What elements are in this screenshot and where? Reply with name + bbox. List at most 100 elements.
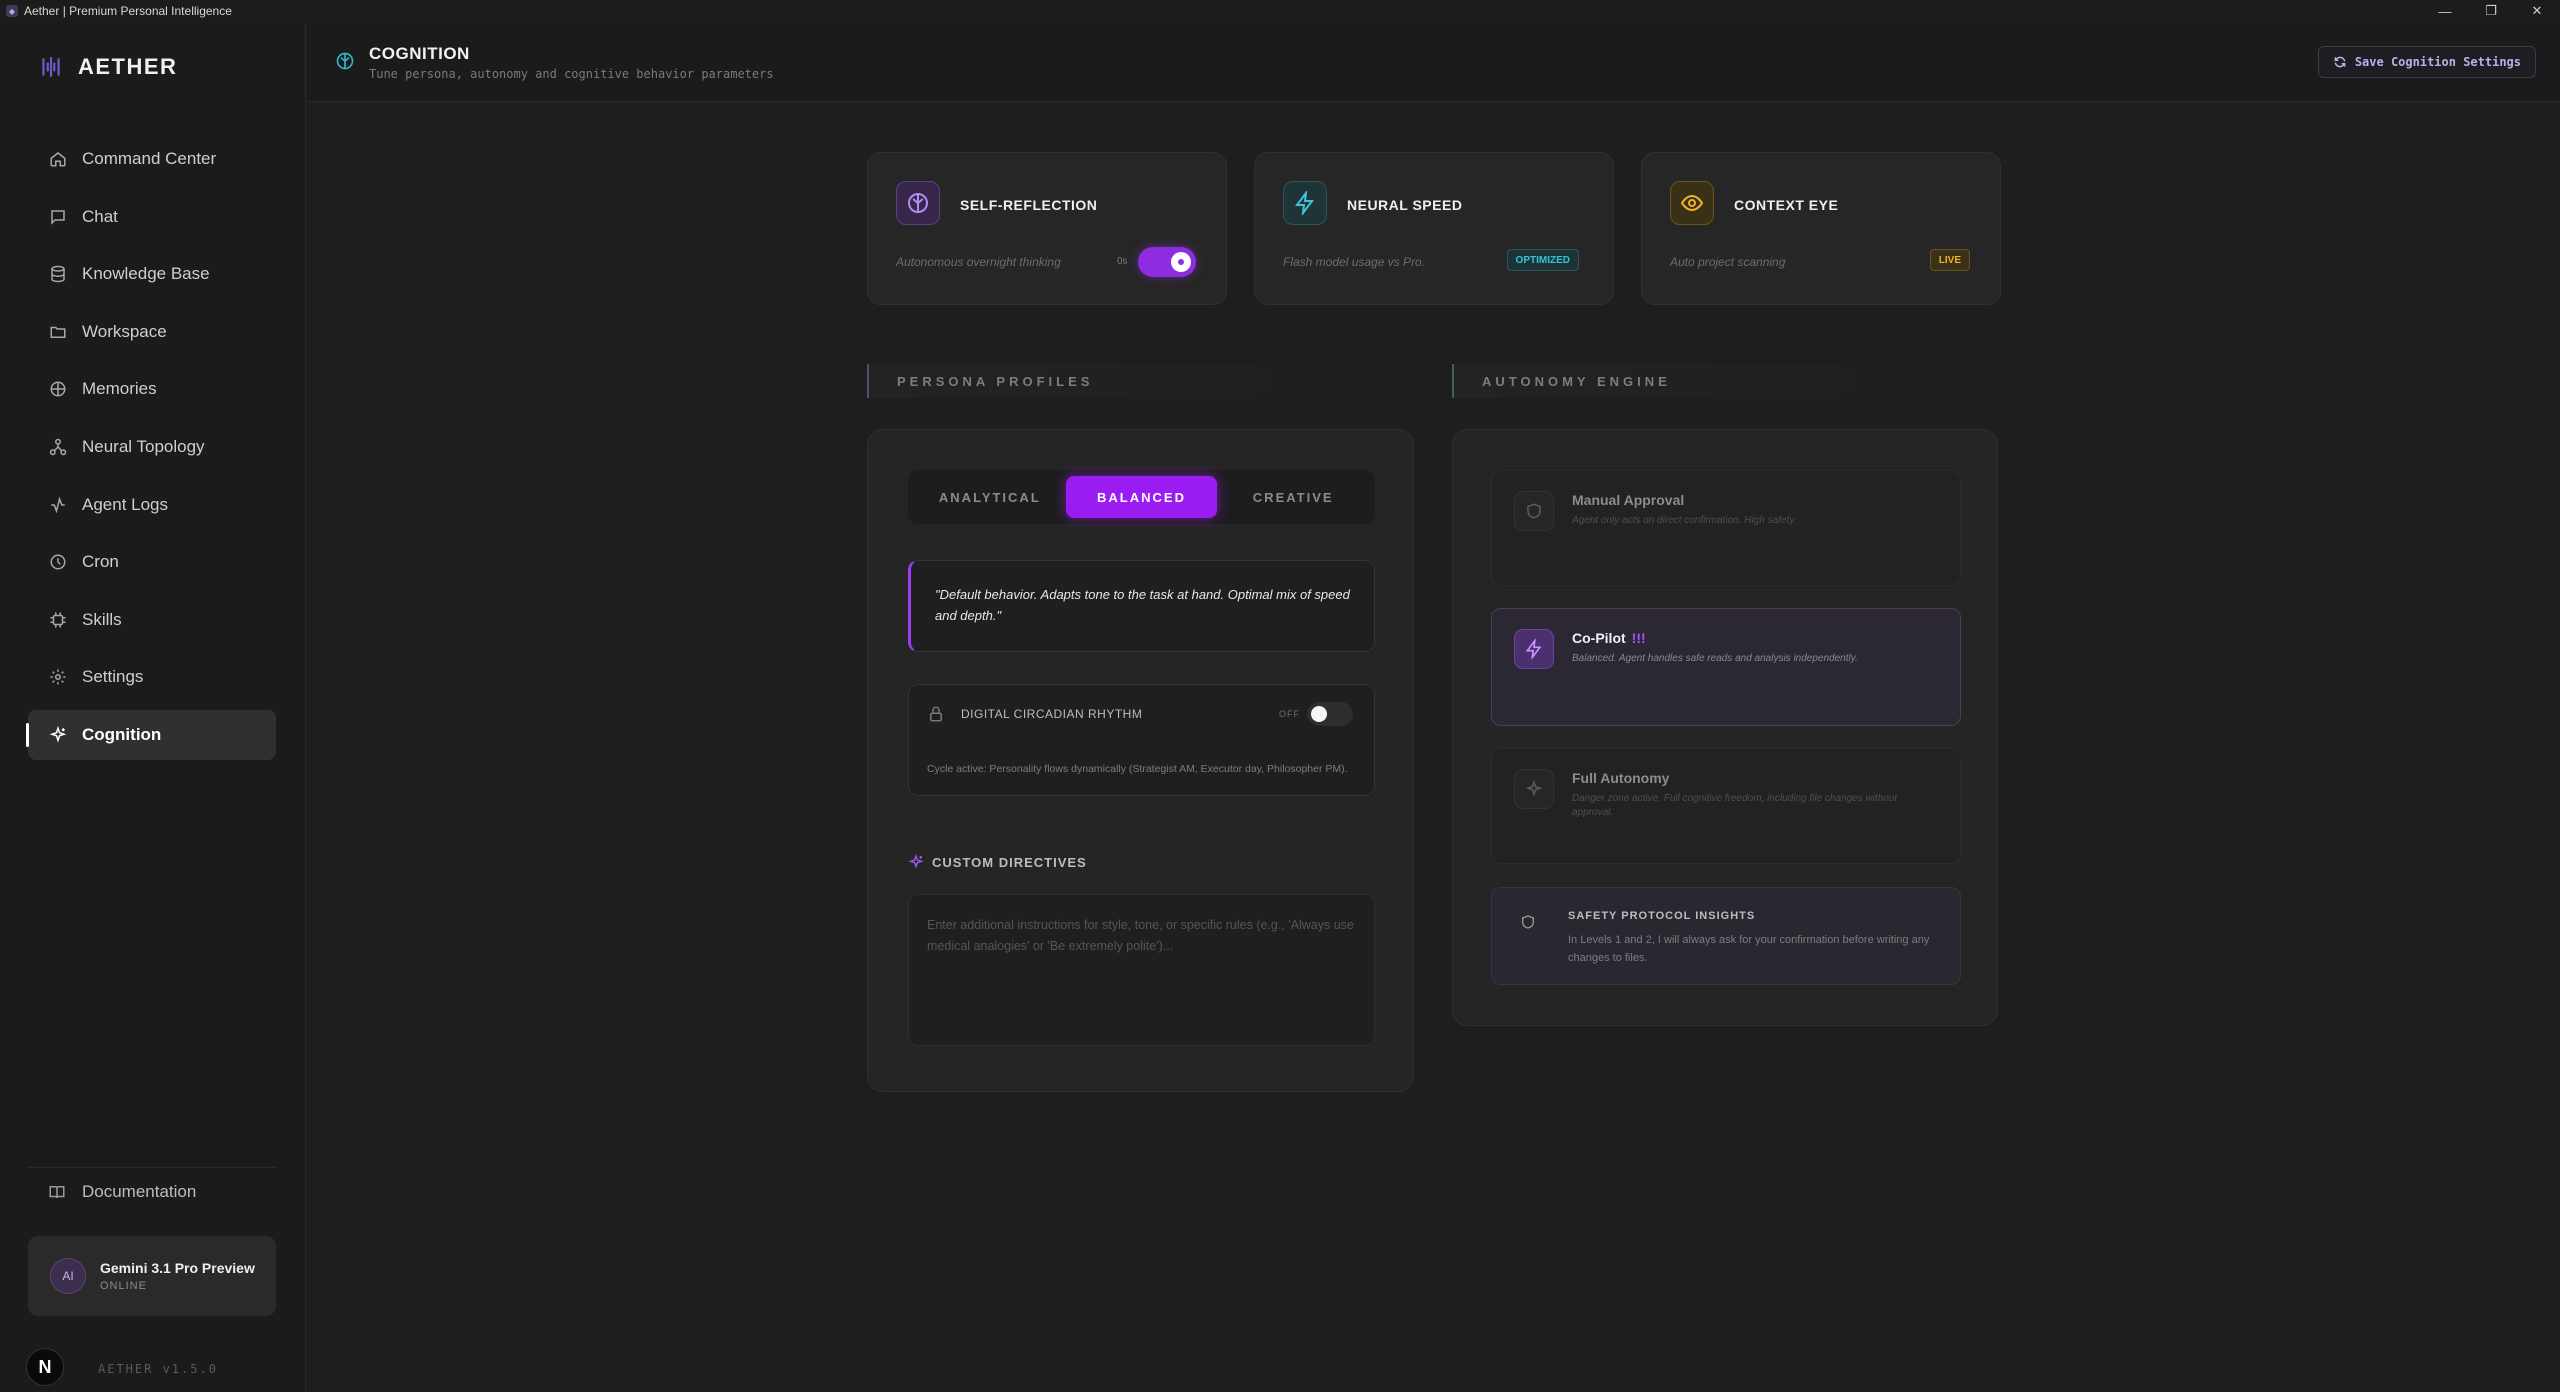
chat-icon bbox=[48, 207, 68, 227]
circadian-rhythm-toggle[interactable] bbox=[1307, 702, 1353, 726]
sidebar-item-knowledge-base[interactable]: Knowledge Base bbox=[28, 249, 276, 299]
self-reflection-desc: Autonomous overnight thinking bbox=[896, 255, 1061, 269]
sidebar-item-chat[interactable]: Chat bbox=[28, 192, 276, 242]
persona-section-header: PERSONA PROFILES bbox=[867, 364, 1414, 398]
sidebar-item-label: Settings bbox=[82, 667, 144, 687]
autonomy-option-manual[interactable]: Manual Approval Agent only acts on direc… bbox=[1491, 470, 1961, 586]
sidebar-item-skills[interactable]: Skills bbox=[28, 595, 276, 645]
sidebar-item-label: Knowledge Base bbox=[82, 264, 210, 284]
persona-panel: ANALYTICAL BALANCED CREATIVE "Default be… bbox=[867, 429, 1414, 1092]
autonomy-section-header: AUTONOMY ENGINE bbox=[1452, 364, 1998, 398]
sidebar-item-command-center[interactable]: Command Center bbox=[28, 134, 276, 184]
custom-directives-box bbox=[908, 894, 1375, 1046]
safety-protocol-desc: In Levels 1 and 2, I will always ask for… bbox=[1568, 934, 1930, 964]
sidebar-item-label: Command Center bbox=[82, 149, 217, 168]
window-titlebar: ◆ Aether | Premium Personal Intelligence… bbox=[0, 0, 2560, 22]
autonomy-panel: Manual Approval Agent only acts on direc… bbox=[1452, 429, 1998, 1026]
model-name: Gemini 3.1 Pro Preview bbox=[100, 1260, 255, 1276]
sidebar-item-workspace[interactable]: Workspace bbox=[28, 307, 276, 357]
sidebar-item-label: Memories bbox=[82, 379, 157, 399]
autonomy-option-copilot[interactable]: Co-Pilot!!! Balanced. Agent handles safe… bbox=[1491, 608, 1961, 726]
database-icon bbox=[48, 264, 68, 284]
activity-icon bbox=[48, 495, 68, 515]
safety-protocol-card: SAFETY PROTOCOL INSIGHTS In Levels 1 and… bbox=[1491, 887, 1961, 985]
sidebar: AETHER Command Center Chat Knowledge Bas… bbox=[0, 22, 306, 1392]
shield-icon bbox=[1514, 491, 1554, 531]
tab-balanced[interactable]: BALANCED bbox=[1065, 476, 1218, 518]
self-reflection-toggle-label: 0s bbox=[1117, 256, 1128, 267]
persona-tabs: ANALYTICAL BALANCED CREATIVE bbox=[908, 470, 1375, 524]
sidebar-item-cron[interactable]: Cron bbox=[28, 537, 276, 587]
sidebar-item-neural-topology[interactable]: Neural Topology bbox=[28, 422, 276, 472]
save-settings-button[interactable]: Save Cognition Settings bbox=[2317, 46, 2536, 78]
shield-icon bbox=[1522, 915, 1534, 929]
circadian-rhythm-title: DIGITAL CIRCADIAN RHYTHM bbox=[961, 707, 1143, 721]
documentation-label: Documentation bbox=[82, 1182, 197, 1201]
sparkles-icon bbox=[48, 725, 68, 745]
model-status: ONLINE bbox=[100, 1280, 147, 1292]
sidebar-divider bbox=[28, 1167, 276, 1168]
circadian-rhythm-desc: Cycle active: Personality flows dynamica… bbox=[927, 763, 1348, 775]
copilot-badge: !!! bbox=[1631, 630, 1646, 646]
persona-description: "Default behavior. Adapts tone to the ta… bbox=[908, 560, 1375, 652]
autonomy-option-desc: Balanced. Agent handles safe reads and a… bbox=[1572, 653, 1858, 664]
autonomy-option-title: Manual Approval bbox=[1572, 492, 1685, 508]
brand[interactable]: AETHER bbox=[38, 54, 177, 80]
circadian-rhythm-card: DIGITAL CIRCADIAN RHYTHM OFF Cycle activ… bbox=[908, 684, 1375, 796]
neural-speed-card: NEURAL SPEED Flash model usage vs Pro. O… bbox=[1254, 152, 1614, 305]
sidebar-item-label: Skills bbox=[82, 609, 122, 629]
eye-icon bbox=[1670, 181, 1714, 225]
network-icon bbox=[48, 437, 68, 457]
sidebar-item-label: Cognition bbox=[82, 724, 162, 744]
refresh-icon bbox=[2334, 56, 2346, 68]
sparkles-icon bbox=[1514, 769, 1554, 809]
sidebar-item-agent-logs[interactable]: Agent Logs bbox=[28, 480, 276, 530]
zap-icon bbox=[1514, 629, 1554, 669]
tab-analytical[interactable]: ANALYTICAL bbox=[914, 476, 1066, 518]
autonomy-option-desc: Danger zone active. Full cognitive freed… bbox=[1572, 793, 1898, 818]
custom-directives-input[interactable] bbox=[909, 895, 1374, 1045]
custom-directives-header: CUSTOM DIRECTIVES bbox=[908, 854, 1087, 870]
custom-directives-title: CUSTOM DIRECTIVES bbox=[932, 854, 1087, 870]
book-icon bbox=[48, 1182, 68, 1202]
self-reflection-card: SELF-REFLECTION Autonomous overnight thi… bbox=[867, 152, 1227, 305]
sidebar-item-settings[interactable]: Settings bbox=[28, 652, 276, 702]
sidebar-item-memories[interactable]: Memories bbox=[28, 364, 276, 414]
model-status-card[interactable]: AI Gemini 3.1 Pro Preview ONLINE bbox=[28, 1236, 276, 1316]
clock-icon bbox=[48, 552, 68, 572]
circadian-toggle-label: OFF bbox=[1279, 709, 1300, 719]
self-reflection-toggle[interactable] bbox=[1138, 247, 1196, 277]
tab-creative[interactable]: CREATIVE bbox=[1217, 476, 1369, 518]
minimize-icon[interactable]: — bbox=[2422, 0, 2468, 22]
sidebar-item-label: Agent Logs bbox=[82, 494, 169, 514]
zap-icon bbox=[1283, 181, 1327, 225]
sidebar-item-label: Cron bbox=[82, 552, 119, 572]
restore-icon[interactable]: ❐ bbox=[2468, 0, 2514, 22]
gear-icon bbox=[48, 667, 68, 687]
n-badge[interactable]: N bbox=[26, 1348, 64, 1386]
cpu-icon bbox=[48, 610, 68, 630]
toggle-knob bbox=[1171, 252, 1191, 272]
page-header: COGNITION Tune persona, autonomy and cog… bbox=[307, 22, 2560, 102]
neural-speed-desc: Flash model usage vs Pro. bbox=[1283, 255, 1426, 269]
lock-icon bbox=[930, 706, 942, 722]
sidebar-item-label: Workspace bbox=[82, 321, 167, 341]
sidebar-nav: Command Center Chat Knowledge Base Works… bbox=[26, 134, 276, 768]
neural-speed-badge: OPTIMIZED bbox=[1506, 249, 1579, 271]
brand-logo-icon bbox=[42, 57, 60, 77]
brain-icon bbox=[48, 379, 68, 399]
sparkles-icon bbox=[908, 854, 924, 869]
documentation-link[interactable]: Documentation bbox=[48, 1182, 196, 1202]
app-version: AETHER v1.5.0 bbox=[98, 1362, 218, 1376]
brain-icon bbox=[896, 181, 940, 225]
neural-speed-title: NEURAL SPEED bbox=[1347, 197, 1463, 213]
self-reflection-title: SELF-REFLECTION bbox=[960, 197, 1098, 213]
close-icon[interactable]: ✕ bbox=[2514, 0, 2560, 22]
folder-icon bbox=[48, 322, 68, 342]
autonomy-option-desc: Agent only acts on direct confirmation. … bbox=[1572, 515, 1797, 526]
context-eye-badge: LIVE bbox=[1929, 249, 1970, 271]
sidebar-item-label: Chat bbox=[82, 206, 118, 226]
autonomy-option-full[interactable]: Full Autonomy Danger zone active. Full c… bbox=[1491, 748, 1961, 864]
window-title: Aether | Premium Personal Intelligence bbox=[24, 4, 232, 18]
sidebar-item-cognition[interactable]: Cognition bbox=[26, 709, 276, 760]
